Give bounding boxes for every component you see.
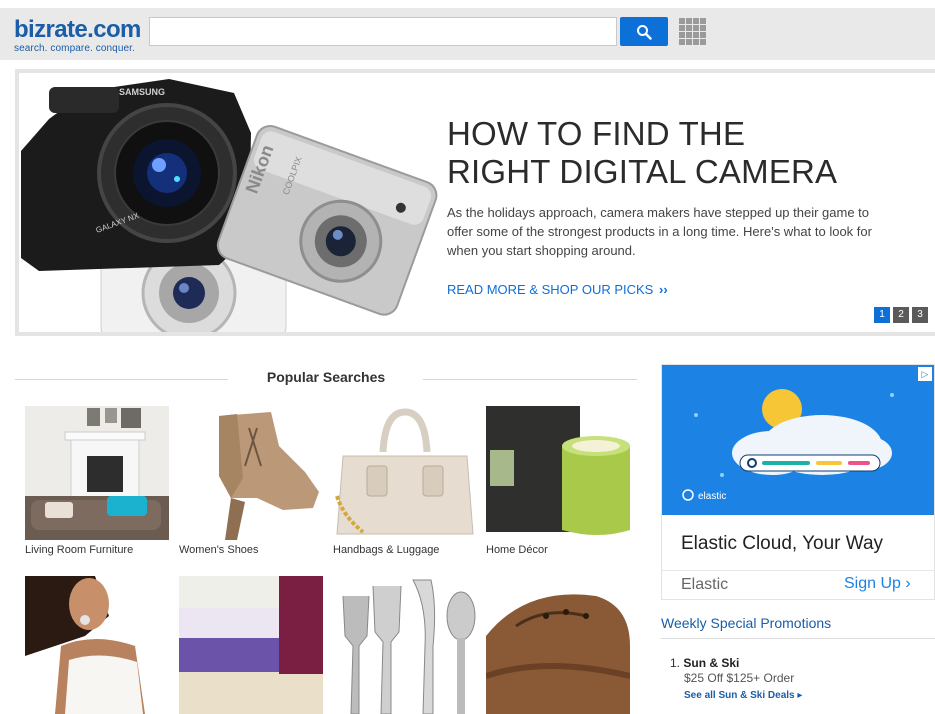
- bizrate-logo[interactable]: bizrate.com search. compare. conquer.: [14, 18, 141, 55]
- promo-store-name[interactable]: Sun & Ski: [683, 656, 739, 670]
- hero-title-line2: RIGHT DIGITAL CAMERA: [447, 153, 838, 190]
- popular-tile-tops[interactable]: [25, 576, 169, 714]
- promotions-divider: [661, 638, 935, 639]
- ad-signup-link[interactable]: Sign Up ›: [844, 575, 911, 593]
- logo-suffix: com: [93, 16, 141, 43]
- tile-caption: Home Décor: [486, 544, 548, 556]
- promo-link-label: See all Sun & Ski Deals: [684, 690, 795, 701]
- popular-tile-home-decor[interactable]: Home Décor: [486, 406, 630, 557]
- bedding-sheets-image: [179, 576, 323, 714]
- elastic-brand-mark: elastic: [698, 491, 726, 502]
- hero-title-line1: HOW TO FIND THE: [447, 115, 746, 152]
- header-bar: bizrate.com search. compare. conquer.: [0, 8, 935, 60]
- digital-cameras-image: SAMSUNG GALAXY NX Nikon COOLPIX: [19, 73, 444, 332]
- mens-shoes-image: [486, 576, 630, 714]
- chevron-right-icon: ›: [905, 575, 911, 592]
- popular-searches-title: Popular Searches: [266, 369, 386, 385]
- home-decor-image: [486, 406, 630, 540]
- tile-caption: Living Room Furniture: [25, 544, 134, 556]
- popular-searches-header: Popular Searches: [15, 366, 637, 390]
- hero-banner[interactable]: SAMSUNG GALAXY NX Nikon COOLPIX HOW TO F…: [15, 69, 935, 336]
- pager-page-2[interactable]: 2: [893, 307, 909, 323]
- promo-offer: $25 Off $125+ Order: [684, 671, 795, 685]
- logo-wordmark: bizrate.com: [14, 18, 141, 42]
- samsung-brand-text: SAMSUNG: [119, 87, 165, 97]
- living-room-image: [25, 406, 169, 540]
- divider-right: [423, 379, 637, 380]
- popular-tile-flatware[interactable]: [333, 576, 477, 714]
- logo-text: bizrate: [14, 16, 88, 43]
- read-more-link[interactable]: READ MORE & SHOP OUR PICKS ››: [447, 282, 668, 297]
- tile-caption: Handbags & Luggage: [333, 544, 440, 556]
- promo-number: 1.: [670, 656, 681, 670]
- search-icon: [637, 24, 652, 40]
- woman-tank-top-image: [25, 576, 169, 714]
- triangle-right-icon: ▸: [797, 690, 803, 701]
- ad-divider: [662, 570, 934, 571]
- search-button[interactable]: [620, 17, 668, 46]
- ad-headline: Elastic Cloud, Your Way: [681, 533, 884, 554]
- hero-description: As the holidays approach, camera makers …: [447, 205, 872, 258]
- womens-shoes-image: [179, 406, 323, 540]
- promo-see-all-link[interactable]: See all Sun & Ski Deals ▸: [684, 690, 802, 701]
- hero-title: HOW TO FIND THE RIGHT DIGITAL CAMERA: [447, 115, 927, 191]
- adchoices-icon[interactable]: ▷: [918, 367, 932, 381]
- elastic-ad-image: elastic: [662, 365, 934, 515]
- popular-tile-bedding[interactable]: [179, 576, 323, 714]
- search-input[interactable]: [149, 17, 617, 46]
- tile-caption: Women's Shoes: [179, 544, 259, 556]
- ad-cta-label: Sign Up: [844, 575, 901, 592]
- popular-tile-mens-shoes[interactable]: [486, 576, 630, 714]
- hero-pager: 1 2 3: [874, 307, 928, 323]
- flatware-image: [333, 576, 477, 714]
- grid-menu-icon[interactable]: [679, 18, 707, 46]
- pager-page-1[interactable]: 1: [874, 307, 890, 323]
- promotions-title: Weekly Special Promotions: [661, 615, 832, 631]
- double-chevron-right-icon: ››: [658, 282, 668, 297]
- pager-page-3[interactable]: 3: [912, 307, 928, 323]
- ad-advertiser: Elastic: [681, 576, 729, 593]
- popular-tile-womens-shoes[interactable]: Women's Shoes: [179, 406, 323, 557]
- handbag-image: [333, 406, 477, 540]
- popular-tile-handbags[interactable]: Handbags & Luggage: [333, 406, 477, 557]
- read-more-label: READ MORE & SHOP OUR PICKS: [447, 282, 654, 297]
- promo-item[interactable]: 1. Sun & Ski: [670, 655, 739, 671]
- elastic-ad[interactable]: elastic ▷ Elastic Cloud, Your Way Elasti…: [661, 364, 935, 600]
- logo-tagline: search. compare. conquer.: [14, 43, 135, 54]
- popular-tile-living-room[interactable]: Living Room Furniture: [25, 406, 169, 557]
